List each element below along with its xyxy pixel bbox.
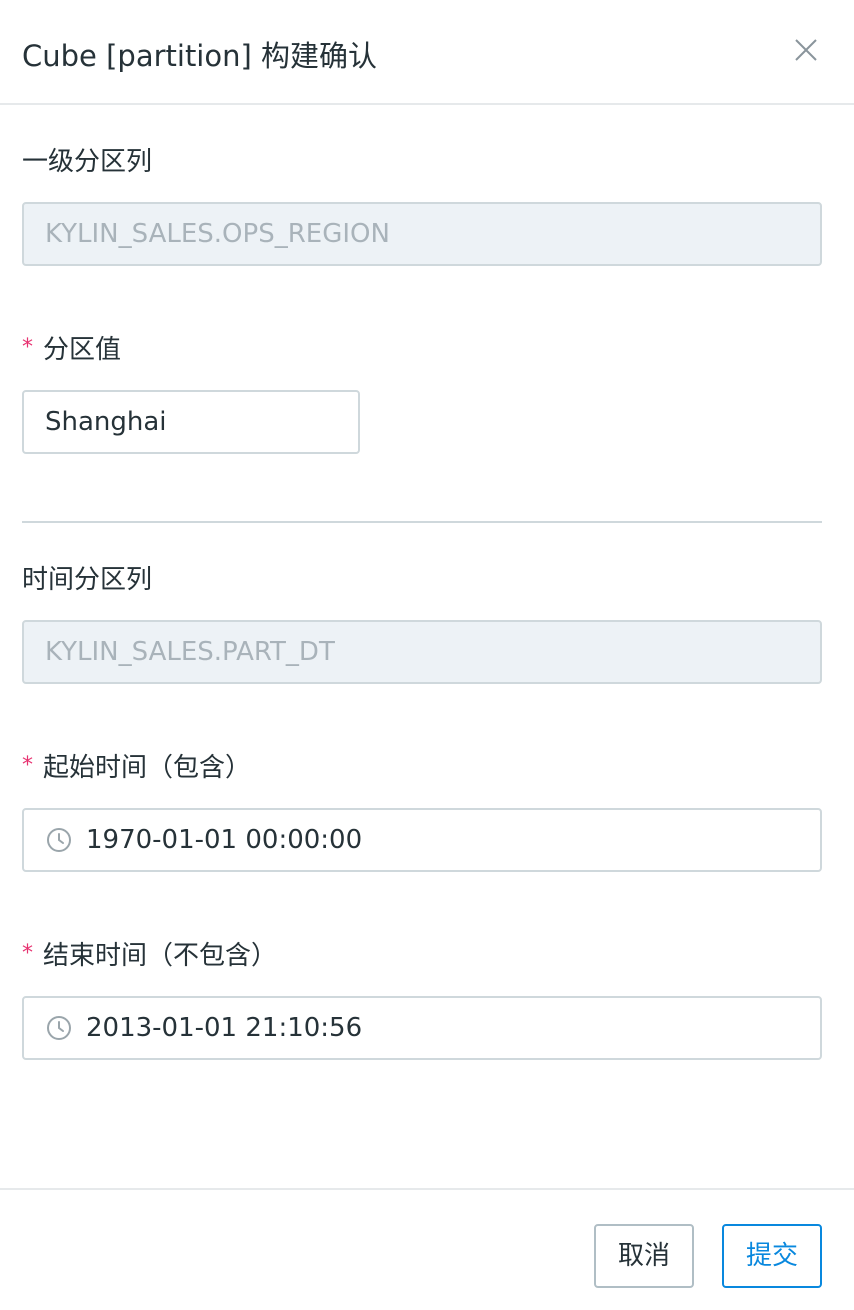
time-partition-label-text: 时间分区列 — [22, 565, 153, 595]
dialog-footer: 取消 提交 — [0, 1188, 854, 1310]
required-mark: * — [22, 941, 33, 966]
close-icon[interactable] — [790, 34, 822, 66]
primary-partition-label-text: 一级分区列 — [22, 147, 153, 177]
partition-value-text: Shanghai — [45, 407, 167, 437]
cancel-button[interactable]: 取消 — [594, 1224, 694, 1288]
dialog-title: Cube [partition] 构建确认 — [22, 39, 378, 73]
section-divider — [22, 521, 822, 523]
start-time-label: * 起始时间（包含） — [22, 750, 251, 788]
time-partition-value: KYLIN_SALES.PART_DT — [45, 637, 335, 667]
time-partition-field: KYLIN_SALES.PART_DT — [22, 620, 822, 684]
partition-value-input[interactable]: Shanghai — [22, 390, 360, 454]
clock-icon — [46, 1015, 72, 1041]
build-confirm-dialog: Cube [partition] 构建确认 一级分区列 KYLIN_SALES.… — [0, 0, 854, 1310]
start-time-value: 1970-01-01 00:00:00 — [86, 825, 363, 855]
primary-partition-field: KYLIN_SALES.OPS_REGION — [22, 202, 822, 266]
clock-icon — [46, 827, 72, 853]
end-time-value: 2013-01-01 21:10:56 — [86, 1013, 363, 1043]
required-mark: * — [22, 335, 33, 360]
end-time-label: * 结束时间（不包含） — [22, 938, 277, 976]
partition-value-label: * 分区值 — [22, 332, 121, 370]
time-partition-label: 时间分区列 — [22, 562, 152, 598]
end-time-label-text: 结束时间（不包含） — [43, 941, 278, 971]
submit-button[interactable]: 提交 — [722, 1224, 822, 1288]
dialog-header: Cube [partition] 构建确认 — [0, 0, 854, 105]
primary-partition-label: 一级分区列 — [22, 144, 152, 180]
required-mark: * — [22, 753, 33, 778]
start-time-label-text: 起始时间（包含） — [43, 753, 252, 783]
end-time-picker[interactable]: 2013-01-01 21:10:56 — [22, 996, 822, 1060]
partition-value-label-text: 分区值 — [43, 335, 122, 365]
primary-partition-value: KYLIN_SALES.OPS_REGION — [45, 219, 390, 249]
start-time-picker[interactable]: 1970-01-01 00:00:00 — [22, 808, 822, 872]
